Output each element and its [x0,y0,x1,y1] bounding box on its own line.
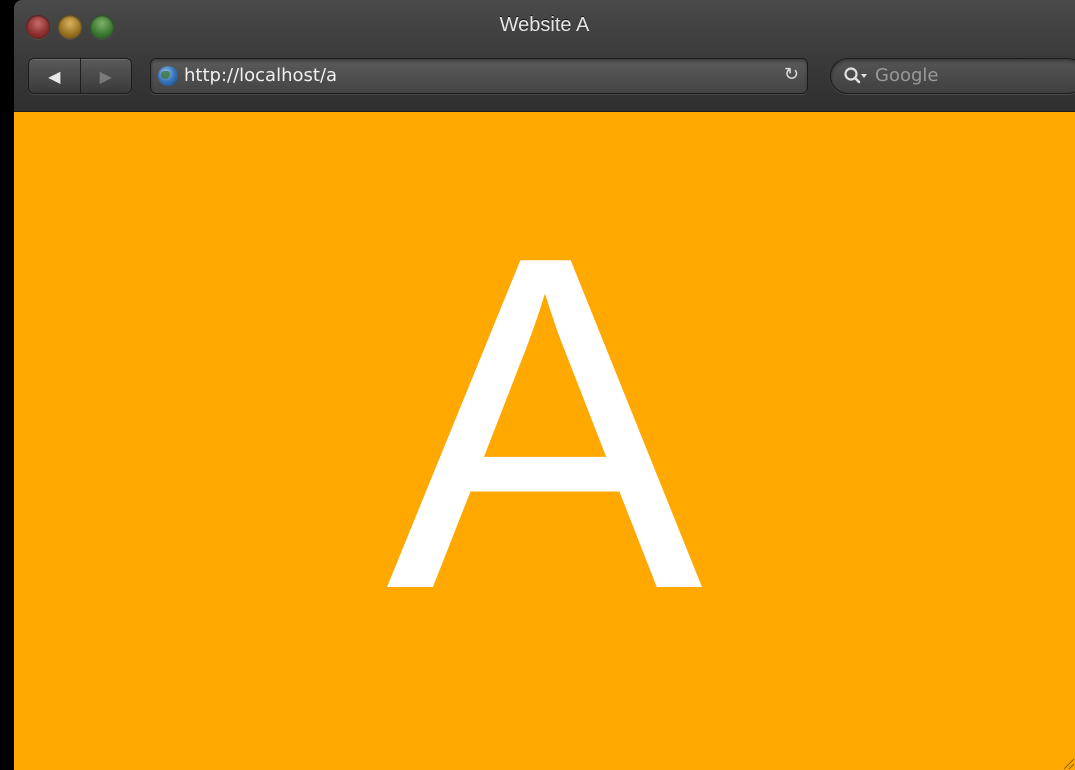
globe-icon [158,66,178,86]
search-field[interactable]: Google [830,58,1075,94]
reload-icon[interactable]: ↻ [784,64,799,85]
browser-window: Website A ◀ ▶ http://localhost/a ↻ Googl… [14,0,1075,770]
url-text[interactable]: http://localhost/a [184,65,337,86]
search-placeholder: Google [875,65,939,86]
search-icon[interactable] [843,66,869,86]
forward-button[interactable]: ▶ [81,59,132,93]
resize-grip-icon[interactable] [1059,754,1075,770]
back-button[interactable]: ◀ [29,59,81,93]
nav-button-group: ◀ ▶ [28,58,132,94]
browser-toolbar: Website A ◀ ▶ http://localhost/a ↻ Googl… [14,0,1075,112]
page-content: A [14,112,1075,770]
window-title: Website A [499,14,590,36]
page-letter: A [386,157,703,688]
address-bar[interactable]: http://localhost/a ↻ [150,58,808,94]
